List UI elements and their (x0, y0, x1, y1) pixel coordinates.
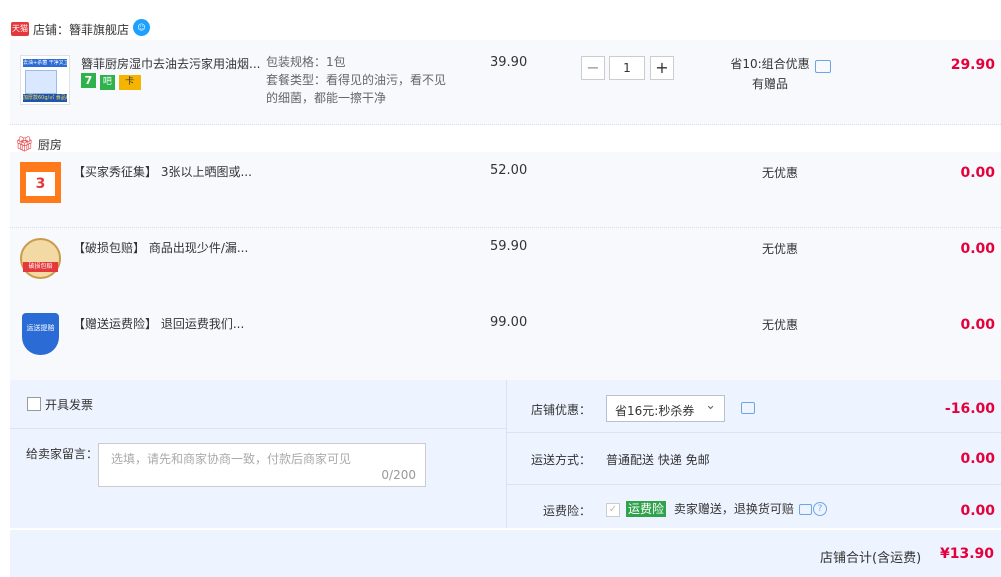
help-icon[interactable]: ? (813, 502, 827, 516)
insurance-tag: 运费险 (626, 501, 667, 517)
cart-item-row: 去油+杀菌 干净又卫生 加厚款60g/㎡ 食品级 簪菲厨房湿巾去油去污家用油烟.… (10, 40, 1001, 125)
gift-unit-price: 59.90 (490, 239, 528, 254)
item-subtotal: 29.90 (950, 57, 995, 73)
message-placeholder: 选填，请先和商家协商一致，付款后商家可见 (111, 452, 352, 466)
divider (10, 428, 506, 429)
gift-thumb-text: 3 (26, 172, 55, 196)
store-discount-selected: 省16元:秒杀券 (615, 404, 695, 418)
gift-subtotal: 0.00 (960, 241, 995, 257)
service-badges: 7 吧 卡 (81, 73, 141, 90)
pack-graphic (25, 70, 57, 94)
gift-title[interactable]: 【赠送运费险】 退回运费我们... (73, 315, 244, 332)
sku-package: 套餐类型：看得见的油污，看不见 (266, 73, 447, 87)
message-counter: 0/200 (381, 468, 416, 482)
gift-thumbnail[interactable]: 3 (20, 162, 61, 203)
gift-promo: 无优惠 (761, 166, 798, 180)
store-discount-amount: -16.00 (944, 401, 995, 417)
gift-thumb-text: 运送提赔 (26, 324, 55, 332)
gift-row: 3 【买家秀征集】 3张以上晒图或... 52.00 无优惠 0.00 (10, 152, 1001, 228)
gift-thumbnail[interactable]: 运送提赔 (22, 313, 59, 355)
gift-unit-price: 99.00 (490, 315, 528, 330)
store-name-text[interactable]: 簪菲旗舰店 (69, 23, 129, 37)
promo-text: 省10:组合优惠 (730, 57, 810, 71)
thumb-caption-2: 加厚款60g/㎡ 食品级 (23, 94, 67, 102)
tmall-badge: 天猫 (11, 22, 29, 36)
gift-subtotal: 0.00 (960, 317, 995, 333)
store-discount-select[interactable]: 省16元:秒杀券 ⌄ (606, 395, 725, 422)
gift-subtotal: 0.00 (960, 165, 995, 181)
chevron-down-icon: ⌄ (705, 398, 716, 413)
insurance-amount: 0.00 (960, 503, 995, 519)
store-total-label: 店铺合计(含运费) (820, 551, 922, 566)
sku-spec: 包装规格：1包 (266, 55, 346, 69)
sku-package-cont: 的细菌，都能一擦干净 (266, 91, 387, 105)
divider (507, 432, 1001, 433)
quantity-input[interactable]: 1 (609, 56, 645, 80)
insurance-chat-icon[interactable] (799, 504, 812, 515)
gift-thumbnail[interactable]: 破损包赔 (20, 238, 61, 279)
credit-icon[interactable]: 吧 (99, 75, 115, 90)
gift-title[interactable]: 【破损包赔】 商品出现少件/漏... (73, 239, 248, 256)
discount-detail-icon[interactable] (741, 402, 755, 414)
message-label: 给卖家留言： (26, 447, 99, 461)
gift-section-label: 厨房 (37, 138, 62, 152)
decrease-quantity-button[interactable]: − (581, 56, 605, 80)
gift-row: 运送提赔 【赠送运费险】 退回运费我们... 99.00 无优惠 0.00 (10, 304, 1001, 381)
product-thumbnail[interactable]: 去油+杀菌 干净又卫生 加厚款60g/㎡ 食品级 (20, 55, 70, 105)
card-icon[interactable]: 卡 (118, 75, 141, 90)
promo-info: 省10:组合优惠 有赠品 (720, 55, 820, 92)
store-total-bar: 店铺合计(含运费) ¥13.90 (10, 530, 1001, 577)
gift-promo: 无优惠 (761, 318, 798, 332)
store-name[interactable]: 店铺：簪菲旗舰店 (33, 21, 129, 38)
seller-message-input[interactable]: 选填，请先和商家协商一致，付款后商家可见 0/200 (98, 443, 426, 487)
gift-text: 有赠品 (751, 77, 788, 91)
gift-unit-price: 52.00 (490, 163, 528, 178)
store-label: 店铺： (33, 23, 70, 37)
seven-day-return-icon[interactable]: 7 (81, 73, 96, 88)
store-total-amount: ¥13.90 (940, 546, 995, 562)
insurance-label: 运费险： (543, 504, 592, 518)
gift-thumb-text: 破损包赔 (23, 262, 58, 272)
invoice-checkbox[interactable] (27, 397, 41, 411)
insurance-value: 卖家赠送，退换货可赔 (673, 502, 794, 516)
shipping-amount: 0.00 (960, 451, 995, 467)
increase-quantity-button[interactable]: + (650, 56, 674, 80)
gift-promo: 无优惠 (761, 242, 798, 256)
thumb-caption: 去油+杀菌 干净又卫生 (23, 59, 67, 67)
promo-detail-icon[interactable] (815, 60, 831, 73)
store-header: 天猫 店铺：簪菲旗舰店 ☺ (0, 0, 1001, 40)
unit-price: 39.90 (490, 55, 528, 70)
store-discount-label: 店铺优惠： (531, 403, 592, 417)
sku-info: 包装规格：1包 套餐类型：看得见的油污，看不见 的细菌，都能一擦干净 (266, 53, 466, 107)
gift-section-header: 🎁︎ 厨房 (15, 135, 62, 153)
product-title[interactable]: 簪菲厨房湿巾去油去污家用油烟... (81, 55, 261, 72)
insurance-info: 运费险 卖家赠送，退换货可赔 (626, 500, 794, 517)
invoice-label[interactable]: 开具发票 (45, 396, 93, 413)
gift-title[interactable]: 【买家秀征集】 3张以上晒图或... (73, 163, 252, 180)
chat-icon[interactable]: ☺ (133, 19, 150, 36)
shipping-label: 运送方式： (531, 453, 592, 467)
panel-divider (506, 380, 507, 528)
divider (507, 484, 1001, 485)
shipping-value: 普通配送 快递 免邮 (606, 453, 710, 467)
gift-icon: 🎁︎ (15, 135, 35, 153)
gift-row: 破损包赔 【破损包赔】 商品出现少件/漏... 59.90 无优惠 0.00 (10, 228, 1001, 305)
insurance-checkbox: ✓ (606, 503, 620, 517)
